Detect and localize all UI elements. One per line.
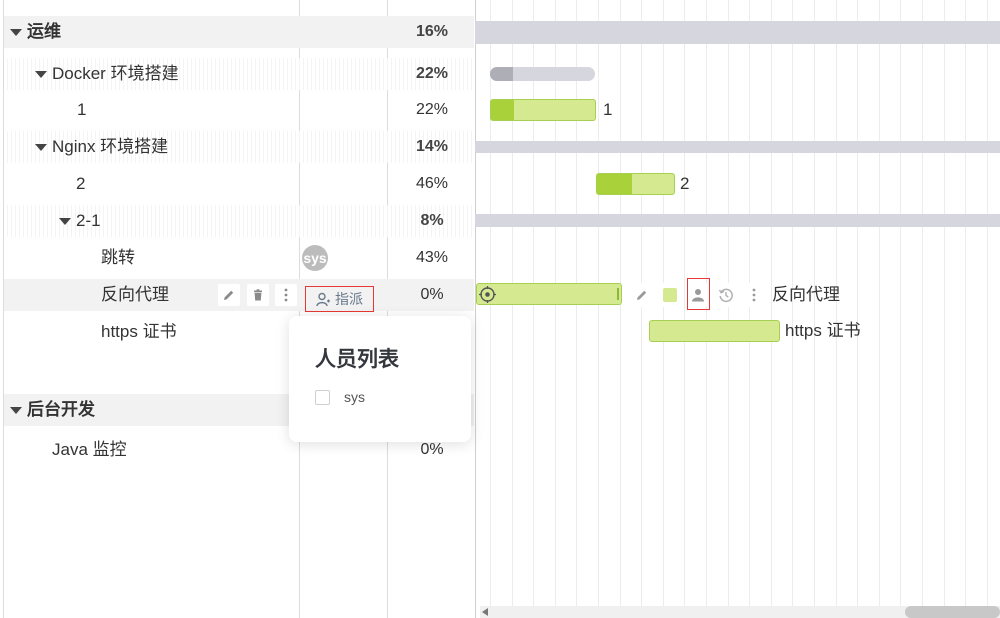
gantt-grid-line: [987, 0, 988, 608]
row-name: 2-1: [76, 211, 101, 230]
gantt-grid-line: [879, 0, 880, 608]
table-row-group-ops[interactable]: 运维 16%: [4, 16, 474, 48]
row-percent: 43%: [415, 249, 449, 266]
task-bar-reverse-proxy[interactable]: [476, 283, 622, 305]
row-name: 1: [77, 100, 87, 119]
task-bar-label: 2: [680, 174, 690, 193]
gantt-grid-line: [965, 0, 966, 608]
parent-bar-docker[interactable]: [490, 67, 595, 81]
task-bar-label: https 证书: [785, 321, 861, 340]
progress-fill: [491, 100, 514, 120]
row-name: Java 监控: [52, 440, 127, 459]
row-percent: 46%: [415, 175, 449, 192]
trash-icon[interactable]: [247, 284, 269, 306]
scrollbar-thumb[interactable]: [905, 606, 1000, 618]
more-vertical-icon[interactable]: [275, 284, 297, 306]
user-assign-icon: [316, 292, 330, 306]
scroll-left-icon[interactable]: [482, 608, 488, 616]
task-bar-label: 1: [603, 100, 613, 119]
pencil-icon[interactable]: [630, 283, 654, 307]
row-percent: 8%: [420, 212, 444, 229]
task-bar-https-cert[interactable]: [649, 320, 780, 342]
table-row-nginx[interactable]: Nginx 环境搭建 14%: [4, 131, 474, 163]
summary-bar-nginx[interactable]: [475, 141, 1000, 153]
row-name: 后台开发: [27, 400, 95, 419]
assignee-option-label[interactable]: sys: [344, 389, 365, 405]
caret-down-icon[interactable]: [10, 407, 22, 414]
gantt-grid-line: [944, 0, 945, 608]
history-icon[interactable]: [714, 283, 738, 307]
row-percent: 16%: [415, 23, 449, 40]
gantt-grid-line: [857, 0, 858, 608]
table-row-task-1[interactable]: 1 22%: [4, 94, 474, 126]
caret-down-icon[interactable]: [10, 29, 22, 36]
row-name: 跳转: [101, 248, 135, 267]
summary-bar-2-1[interactable]: [475, 214, 1000, 227]
row-name: https 证书: [101, 322, 177, 341]
summary-bar-ops[interactable]: [475, 21, 1000, 44]
caret-down-icon[interactable]: [59, 218, 71, 225]
assignee-button-highlight: [687, 278, 710, 310]
caret-down-icon[interactable]: [35, 71, 47, 78]
task-table: 运维 16% Docker 环境搭建 22% 1 22% Nginx 环境搭建 …: [0, 0, 475, 618]
gantt-grid-line: [922, 0, 923, 608]
assignee-checkbox[interactable]: [315, 390, 330, 405]
row-percent: 22%: [415, 101, 449, 118]
row-percent: 0%: [420, 286, 444, 303]
caret-down-icon[interactable]: [35, 144, 47, 151]
gantt-grid-line: [900, 0, 901, 608]
resize-handle[interactable]: [617, 288, 619, 300]
popup-title: 人员列表: [315, 348, 399, 371]
assign-button[interactable]: 指派: [305, 286, 374, 312]
assign-label: 指派: [335, 291, 363, 307]
pencil-icon[interactable]: [218, 284, 240, 306]
task-bar-2[interactable]: [596, 173, 675, 195]
progress-fill: [597, 174, 633, 194]
assignee-popup: 人员列表 sys: [289, 316, 471, 442]
more-vertical-icon[interactable]: [742, 283, 766, 307]
table-row-reverse-proxy[interactable]: 反向代理 0%: [4, 279, 474, 311]
table-row-redirect[interactable]: 跳转 43%: [4, 242, 474, 274]
row-name: 运维: [27, 22, 61, 41]
target-icon[interactable]: [479, 286, 496, 303]
row-name: 2: [76, 174, 86, 193]
table-row-docker[interactable]: Docker 环境搭建 22%: [4, 58, 474, 90]
color-swatch-icon[interactable]: [658, 283, 682, 307]
row-name: Nginx 环境搭建: [52, 137, 169, 156]
row-percent: 14%: [415, 138, 449, 155]
table-row-task-2[interactable]: 2 46%: [4, 168, 474, 200]
table-row-task-2-1[interactable]: 2-1 8%: [4, 205, 474, 237]
progress-fill: [490, 67, 514, 81]
row-percent: 22%: [415, 65, 449, 82]
row-name: 反向代理: [101, 285, 169, 304]
task-bar-1[interactable]: [490, 99, 596, 121]
gantt-grid-line: [684, 0, 685, 608]
task-bar-label: 反向代理: [772, 285, 840, 304]
row-name: Docker 环境搭建: [52, 64, 179, 83]
gantt-chart: [475, 0, 1000, 618]
avatar[interactable]: sys: [302, 245, 328, 271]
